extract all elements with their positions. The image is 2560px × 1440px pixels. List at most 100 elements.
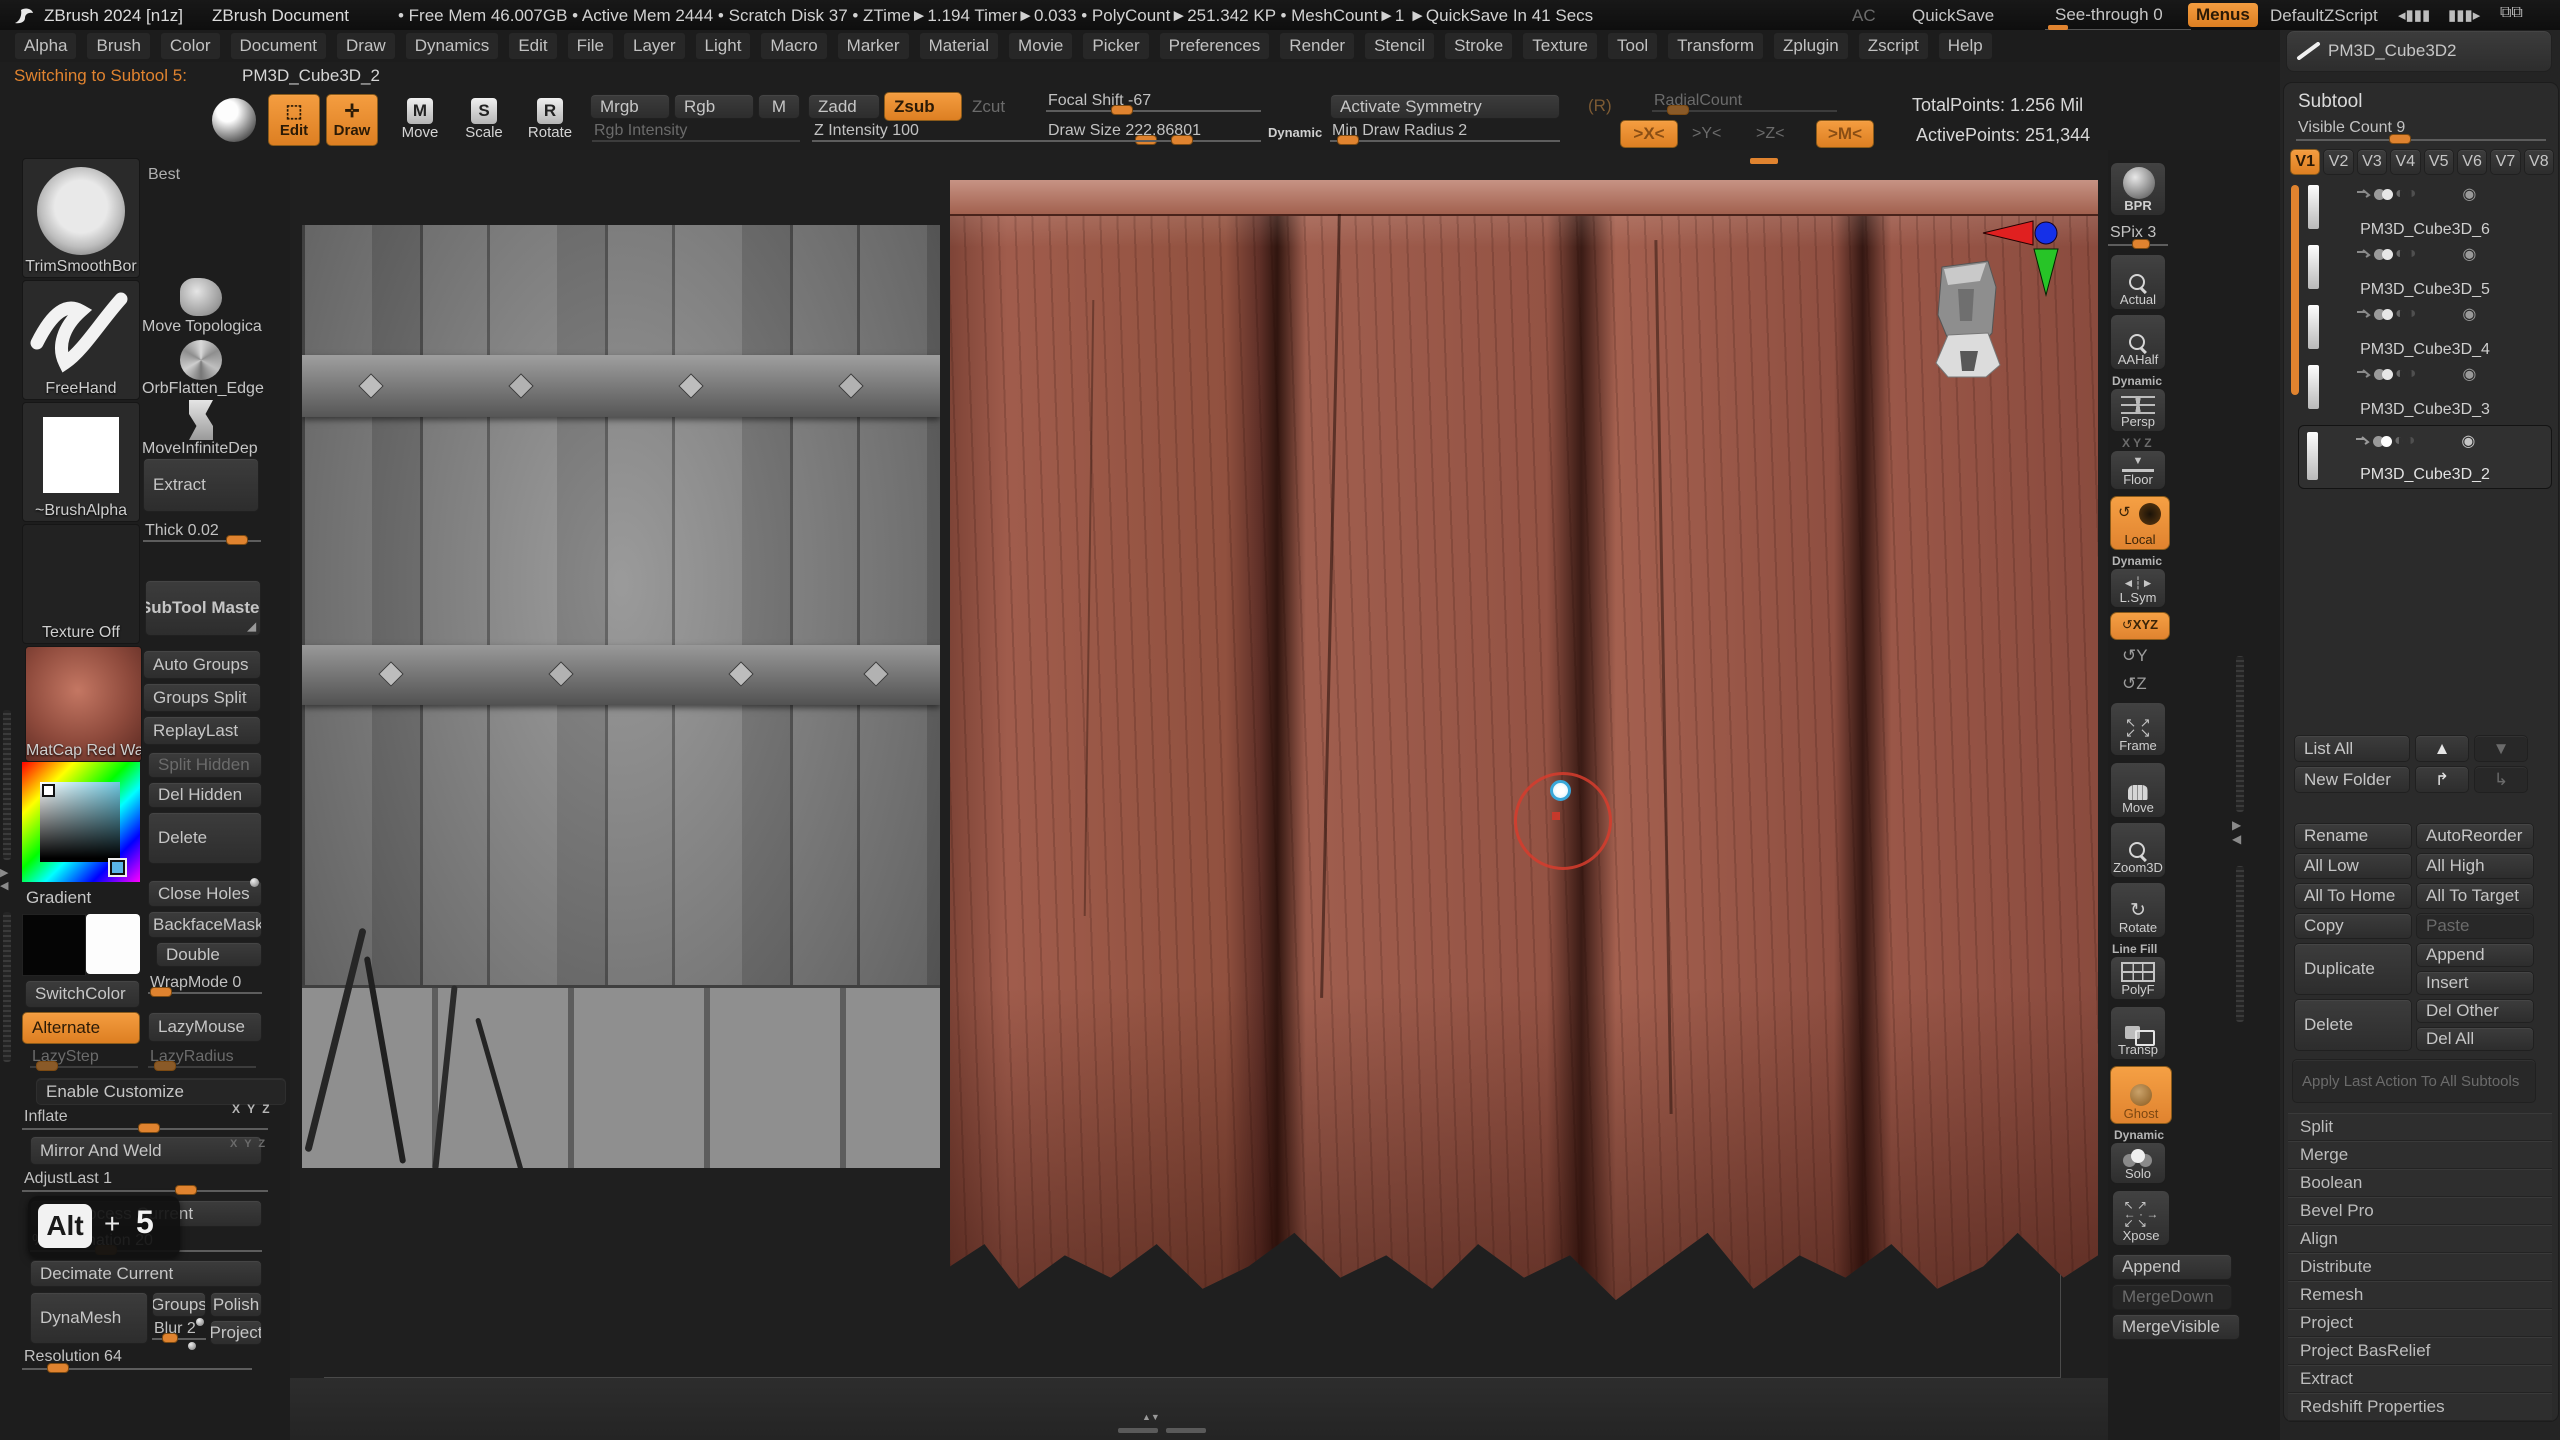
all-to-target-button[interactable]: All To Target: [2416, 883, 2534, 909]
polish-button[interactable]: Polish: [210, 1292, 262, 1317]
append-shelf-button[interactable]: Append: [2112, 1254, 2232, 1280]
uv-icon[interactable]: ◑: [2407, 305, 2417, 323]
left-tray-toggle-icon[interactable]: ◂▮▮▮: [2398, 6, 2430, 24]
subtool-row[interactable]: ◐ ◑ ◉ PM3D_Cube3D_4: [2300, 303, 2550, 359]
del-all-button[interactable]: Del All: [2416, 1027, 2534, 1051]
uv-icon[interactable]: ◑: [2407, 365, 2417, 383]
tab-v4[interactable]: V4: [2390, 149, 2420, 175]
current-tool-button[interactable]: PM3D_Cube3D2: [2286, 30, 2552, 72]
freehand-stroke-thumbnail[interactable]: FreeHand: [22, 280, 140, 400]
groups-split-button[interactable]: Groups Split: [143, 683, 261, 712]
m-button[interactable]: M: [758, 94, 800, 119]
section-project-basrelief[interactable]: Project BasRelief: [2288, 1337, 2552, 1365]
draw-button[interactable]: ✛ Draw: [326, 94, 378, 146]
dynamic-draw-size-toggle[interactable]: Dynamic: [1268, 125, 1322, 140]
mergedown-button[interactable]: MergeDown: [2112, 1284, 2232, 1310]
menu-texture[interactable]: Texture: [1522, 32, 1598, 60]
inflate-xyz-label[interactable]: X Y Z: [232, 1102, 272, 1116]
matcap-thumbnail[interactable]: MatCap Red Wax: [25, 646, 142, 762]
left-tray-scroll-strip2[interactable]: [3, 912, 11, 1062]
frame-button[interactable]: ↖ ↗↙ ↘ Frame: [2110, 702, 2166, 756]
focal-shift-slider[interactable]: Focal Shift -67: [1046, 92, 1261, 114]
left-tray-collapse-icon[interactable]: ▶◀: [0, 866, 8, 892]
delete-subtool-button[interactable]: Delete: [2294, 999, 2412, 1051]
layers-icon[interactable]: ◐: [2395, 365, 2405, 383]
tab-v3[interactable]: V3: [2357, 149, 2387, 175]
moveinfinite-label[interactable]: MoveInfiniteDep: [142, 440, 258, 458]
polyf-button[interactable]: PolyF: [2110, 956, 2166, 1000]
mrgb-button[interactable]: Mrgb: [590, 94, 670, 119]
rotate-view-button[interactable]: ↻ Rotate: [2110, 882, 2166, 938]
menu-marker[interactable]: Marker: [837, 32, 910, 60]
menu-zplugin[interactable]: Zplugin: [1773, 32, 1849, 60]
enable-customize-button[interactable]: Enable Customize: [36, 1078, 286, 1105]
menu-help[interactable]: Help: [1938, 32, 1993, 60]
quicksave-button[interactable]: QuickSave: [1912, 6, 1994, 26]
subtool-down-button[interactable]: ▼: [2474, 735, 2528, 762]
right-divider-arrows-icon[interactable]: ▶◀: [2232, 818, 2241, 846]
section-redshift-properties[interactable]: Redshift Properties: [2288, 1393, 2552, 1421]
menu-material[interactable]: Material: [919, 32, 999, 60]
visible-count-slider[interactable]: Visible Count 9: [2296, 119, 2546, 143]
right-tray-toggle-icon[interactable]: ▮▮▮▸: [2448, 6, 2480, 24]
lazy-radius-slider[interactable]: LazyRadius: [148, 1048, 256, 1070]
flip-arrow-icon[interactable]: [2356, 369, 2372, 379]
move-topological-label[interactable]: Move Topologica: [142, 318, 290, 336]
xyz-button[interactable]: ↺XYZ: [2110, 612, 2170, 640]
section-bevel-pro[interactable]: Bevel Pro: [2288, 1197, 2552, 1225]
actual-button[interactable]: Actual: [2110, 254, 2166, 310]
eye-icon[interactable]: ◉: [2462, 364, 2476, 384]
brush-alpha-thumbnail[interactable]: ~BrushAlpha: [22, 402, 140, 522]
persp-dynamic-label[interactable]: Dynamic: [2112, 374, 2162, 388]
all-high-button[interactable]: All High: [2416, 853, 2534, 879]
spin-z-icon[interactable]: ↺Z: [2122, 674, 2147, 694]
local-button[interactable]: ↺ Local: [2110, 496, 2170, 550]
menu-tool[interactable]: Tool: [1607, 32, 1658, 60]
subtool-master-button[interactable]: SubTool Master◢: [145, 580, 261, 636]
move-topological-icon[interactable]: [180, 278, 222, 316]
window-layout-icon[interactable]: ⧉⧉: [2500, 4, 2523, 22]
section-extract[interactable]: Extract: [2288, 1365, 2552, 1393]
menu-stencil[interactable]: Stencil: [1364, 32, 1435, 60]
menu-zscript[interactable]: Zscript: [1858, 32, 1929, 60]
uv-icon[interactable]: ◑: [2407, 245, 2417, 263]
eye-icon[interactable]: ◉: [2462, 304, 2476, 324]
all-low-button[interactable]: All Low: [2294, 853, 2412, 879]
secondary-color-swatch[interactable]: [86, 914, 140, 974]
menu-alpha[interactable]: Alpha: [14, 32, 77, 60]
tab-v1[interactable]: V1: [2290, 149, 2320, 175]
zadd-button[interactable]: Zadd: [808, 94, 880, 119]
menus-button[interactable]: Menus: [2188, 3, 2258, 27]
bottom-tray-arrows-icon[interactable]: ▲▼: [1142, 1412, 1160, 1422]
layers-icon[interactable]: ◐: [2395, 245, 2405, 263]
project-button[interactable]: Project: [210, 1320, 262, 1345]
section-remesh[interactable]: Remesh: [2288, 1281, 2552, 1309]
lsym-button[interactable]: ◄┆► L.Sym: [2110, 568, 2166, 608]
menu-stroke[interactable]: Stroke: [1444, 32, 1513, 60]
section-distribute[interactable]: Distribute: [2288, 1253, 2552, 1281]
rgb-button[interactable]: Rgb: [674, 94, 754, 119]
resolution-slider[interactable]: Resolution 64: [22, 1348, 252, 1372]
radial-toggle[interactable]: (R): [1588, 96, 1612, 116]
lsym-dynamic-label[interactable]: Dynamic: [2112, 554, 2162, 568]
move-view-button[interactable]: Move: [2110, 762, 2166, 818]
eye-icon[interactable]: ◉: [2462, 184, 2476, 204]
rgb-intensity-slider[interactable]: Rgb Intensity: [592, 122, 800, 144]
tab-v2[interactable]: V2: [2323, 149, 2353, 175]
backface-mask-button[interactable]: BackfaceMask: [148, 911, 262, 938]
menu-render[interactable]: Render: [1279, 32, 1355, 60]
subtool-row[interactable]: ◐ ◑ ◉ PM3D_Cube3D_6: [2300, 183, 2550, 239]
uv-icon[interactable]: ◑: [2406, 432, 2416, 450]
subtool-header[interactable]: Subtool: [2298, 91, 2362, 113]
menu-light[interactable]: Light: [695, 32, 752, 60]
lazy-step-slider[interactable]: LazyStep: [30, 1048, 138, 1070]
delete-button[interactable]: Delete: [148, 812, 262, 864]
menu-document[interactable]: Document: [230, 32, 327, 60]
uv-icon[interactable]: ◑: [2407, 185, 2417, 203]
bpr-button[interactable]: BPR: [2110, 162, 2166, 216]
orbflatten-label[interactable]: OrbFlatten_Edge: [142, 380, 264, 398]
symmetry-x-button[interactable]: >X<: [1620, 120, 1678, 148]
move-button[interactable]: M Move: [396, 98, 444, 144]
tab-v7[interactable]: V7: [2490, 149, 2520, 175]
main-color-swatch[interactable]: [22, 914, 86, 976]
